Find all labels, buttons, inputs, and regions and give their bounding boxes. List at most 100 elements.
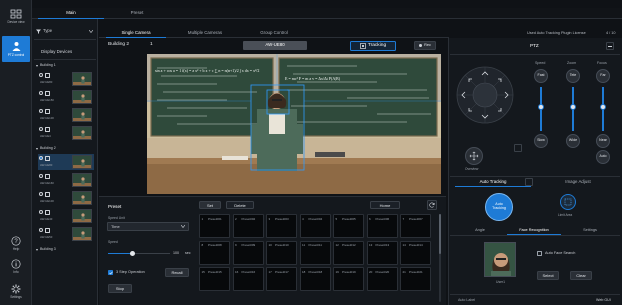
preset-cell[interactable]: 11 Preset011 — [299, 240, 331, 265]
device-radio[interactable] — [39, 156, 43, 160]
rail-item-device-view[interactable]: Device view — [3, 9, 29, 31]
auto-focus-button[interactable]: Auto — [596, 150, 610, 164]
ptz-lock-icon[interactable] — [514, 144, 522, 152]
device-item[interactable]: AW-UE40 — [38, 208, 94, 224]
camera-add-icon[interactable] — [45, 173, 50, 179]
device-radio[interactable] — [39, 174, 43, 178]
preset-cell[interactable]: 19 Preset019 — [333, 267, 364, 291]
preset-cell[interactable]: 12 Preset012 — [333, 240, 364, 265]
preset-cell[interactable]: 18 Preset018 — [299, 267, 331, 291]
device-thumbnail[interactable] — [72, 209, 92, 223]
tab-single-camera[interactable]: Single Camera — [106, 29, 166, 38]
preset-cell[interactable]: 2 Preset002 — [232, 214, 264, 238]
preset-cell[interactable]: 20 Preset020 — [366, 267, 398, 291]
device-thumbnail[interactable] — [72, 108, 92, 122]
camera-add-icon[interactable] — [45, 155, 50, 161]
device-thumbnail[interactable] — [72, 173, 92, 187]
select-button[interactable]: Select — [537, 271, 559, 280]
rail-item-ptz-control[interactable]: PTZ control — [2, 36, 30, 62]
device-radio[interactable] — [39, 73, 43, 77]
camera-add-icon[interactable] — [45, 191, 50, 197]
device-group[interactable]: Building 3 — [36, 246, 94, 253]
limit-area-button[interactable] — [560, 194, 576, 210]
device-item[interactable]: AW-UE160 — [38, 172, 94, 188]
stop-button[interactable]: Stop — [108, 284, 132, 293]
clear-button[interactable]: Clear — [570, 271, 592, 280]
speed-top-button[interactable]: Fast — [534, 69, 548, 83]
set-button[interactable]: Set — [199, 201, 221, 209]
preset-scrollbar[interactable] — [439, 214, 441, 302]
camera-add-icon[interactable] — [45, 227, 50, 233]
zoom-bottom-button[interactable]: Wide — [566, 134, 580, 148]
device-item[interactable]: AW-UE80 — [38, 154, 94, 170]
preset-cell[interactable]: 4 Preset004 — [299, 214, 331, 238]
auto-tracking-button[interactable]: Auto Tracking — [485, 193, 513, 221]
preset-cell[interactable]: 10 Preset010 — [266, 240, 297, 265]
preset-cell[interactable]: 3 Preset003 — [266, 214, 297, 238]
tab-auto-tracking[interactable]: Auto Tracking — [455, 178, 531, 187]
device-radio[interactable] — [39, 127, 43, 131]
tab-group-control[interactable]: Group Control — [244, 29, 304, 38]
preset-cell[interactable]: 15 Preset015 — [199, 267, 230, 291]
camera-add-icon[interactable] — [45, 126, 50, 132]
device-radio[interactable] — [39, 228, 43, 232]
preset-cell[interactable]: 16 Preset016 — [232, 267, 264, 291]
ptz-joystick[interactable] — [456, 66, 514, 124]
speed-bottom-button[interactable]: Slow — [534, 134, 548, 148]
device-radio[interactable] — [39, 210, 43, 214]
zoom-top-button[interactable]: Tele — [566, 69, 580, 83]
camera-add-icon[interactable] — [45, 108, 50, 114]
tab-preset[interactable]: Preset — [104, 8, 170, 19]
preset-cell[interactable]: 1 Preset001 — [199, 214, 230, 238]
device-thumbnail[interactable] — [72, 155, 92, 169]
tracking-menu-icon[interactable] — [525, 178, 533, 186]
tab-main[interactable]: Main — [38, 8, 104, 19]
device-item[interactable]: AW-UE100 — [38, 190, 94, 206]
focus-bottom-button[interactable]: Near — [596, 134, 610, 148]
camera-video[interactable]: sin a + cos a = 1 f(x) = a x² + b x + c … — [147, 54, 441, 194]
zoom-slider-thumb[interactable] — [570, 103, 576, 110]
preset-cell[interactable]: 6 Preset006 — [366, 214, 398, 238]
preset-cell[interactable]: 8 Preset008 — [199, 240, 230, 265]
device-thumbnail[interactable] — [72, 90, 92, 104]
preset-cell[interactable]: 21 Preset021 — [400, 267, 431, 291]
recall-button[interactable]: Recall — [165, 268, 189, 277]
tab-multiple-cameras[interactable]: Multiple Cameras — [170, 29, 240, 38]
preset-cell[interactable]: 14 Preset014 — [400, 240, 431, 265]
rail-info[interactable]: Info — [4, 259, 28, 277]
device-item[interactable]: AW-UE80 — [38, 71, 94, 87]
focus-top-button[interactable]: Far — [596, 69, 610, 83]
overview-button[interactable] — [465, 147, 483, 165]
device-thumbnail[interactable] — [72, 126, 92, 140]
preset-cell[interactable]: 17 Preset017 — [266, 267, 297, 291]
device-radio[interactable] — [39, 109, 43, 113]
three-step-checkbox[interactable] — [108, 270, 113, 275]
home-button[interactable]: Home — [370, 201, 400, 209]
camera-add-icon[interactable] — [45, 72, 50, 78]
speed-unit-select[interactable]: Time — [107, 222, 189, 231]
preset-cell[interactable]: 5 Preset005 — [333, 214, 364, 238]
preset-cell[interactable]: 13 Preset013 — [366, 240, 398, 265]
subtab-face-recognition[interactable]: Face Recognition — [507, 227, 561, 235]
speed-slider-thumb[interactable] — [130, 251, 135, 256]
preset-cell[interactable]: 9 Preset009 — [232, 240, 264, 265]
device-item[interactable]: AW-UE4 — [38, 125, 94, 141]
device-item[interactable]: AW-UE50 — [38, 226, 94, 242]
device-radio[interactable] — [39, 192, 43, 196]
device-group[interactable]: Building 2 — [36, 145, 94, 152]
face-thumbnail[interactable] — [484, 242, 516, 277]
delete-button[interactable]: Delete — [226, 201, 254, 209]
speed-slider-thumb[interactable] — [538, 103, 544, 110]
preset-cell[interactable]: 7 Preset007 — [400, 214, 431, 238]
rec-button[interactable]: Rec — [414, 41, 436, 50]
device-thumbnail[interactable] — [72, 227, 92, 241]
speed-slider[interactable] — [108, 251, 170, 256]
device-group[interactable]: Building 1 — [36, 62, 94, 69]
subtab-angle[interactable]: Angle — [460, 227, 500, 235]
type-filter[interactable]: Type — [36, 27, 96, 36]
device-item[interactable]: AW-UE150 — [38, 89, 94, 105]
rail-help[interactable]: ? Help — [4, 236, 28, 254]
device-thumbnail[interactable] — [72, 72, 92, 86]
camera-add-icon[interactable] — [45, 90, 50, 96]
tab-image-adjust[interactable]: Image Adjust — [540, 178, 616, 187]
